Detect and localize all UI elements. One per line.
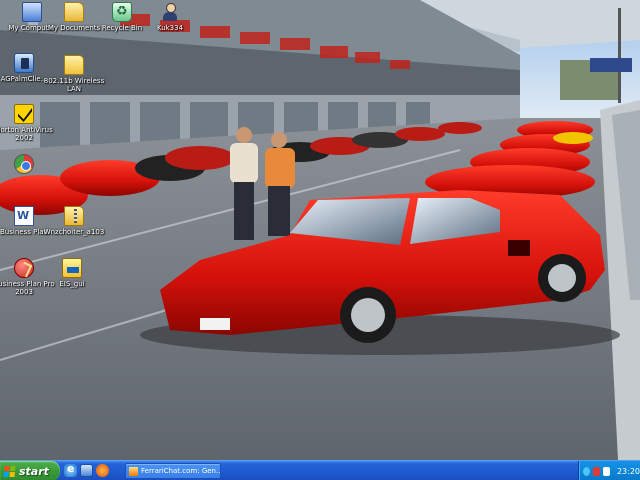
desktop-icon-label: Norton AntiVirus 2002 (0, 126, 53, 142)
eis-shortcut[interactable]: EIS_gui (40, 258, 104, 288)
desktop-icon-label: EIS_gui (59, 280, 85, 288)
taskbar-window-button[interactable]: FerrariChat.com: Gen... (125, 463, 221, 479)
recycle-bin-icon (112, 2, 132, 22)
volume-tray-icon[interactable] (602, 466, 610, 476)
person-shortcut[interactable]: Kuk334 (138, 2, 202, 32)
wireless-lan-shortcut[interactable]: 802.11b Wireless LAN (42, 55, 106, 93)
start-label: start (19, 464, 49, 478)
antivirus-tray-icon[interactable] (592, 466, 600, 476)
palm-device-icon (14, 53, 34, 73)
word-document-icon (14, 206, 34, 226)
zip-folder-shortcut[interactable]: Wnzchoiter_a103 (42, 206, 106, 236)
zip-folder-icon (64, 206, 84, 226)
taskbar-window-title: FerrariChat.com: Gen... (141, 467, 221, 475)
my-documents-folder-icon (64, 2, 84, 22)
network-tray-icon[interactable] (583, 466, 590, 476)
internet-explorer-icon[interactable] (64, 462, 77, 477)
desktop-icon-label: Kuk334 (156, 24, 184, 32)
app-round-icon (14, 154, 34, 174)
system-tray: 23:20 (578, 461, 640, 480)
business-plan-pro-icon (14, 258, 34, 278)
media-player-icon[interactable] (96, 464, 109, 477)
app-shortcut[interactable] (0, 154, 56, 176)
desktop-icon-label: Wnzchoiter_a103 (43, 228, 105, 236)
show-desktop-icon[interactable] (80, 464, 93, 477)
quick-launch (64, 462, 109, 478)
windows-flag-icon (3, 465, 16, 477)
eis-app-icon (62, 258, 82, 278)
start-button[interactable]: start (0, 461, 60, 480)
browser-window-icon (129, 466, 138, 476)
norton-icon (14, 104, 34, 124)
desktop-icon-label: 802.11b Wireless LAN (43, 77, 105, 93)
clock[interactable]: 23:20 (617, 467, 640, 476)
my-computer-icon (22, 2, 42, 25)
folder-icon (64, 55, 84, 75)
taskbar: start FerrariChat.com: Gen... 23:20 (0, 460, 640, 480)
person-icon (160, 2, 180, 22)
norton-antivirus-shortcut[interactable]: Norton AntiVirus 2002 (0, 104, 56, 142)
